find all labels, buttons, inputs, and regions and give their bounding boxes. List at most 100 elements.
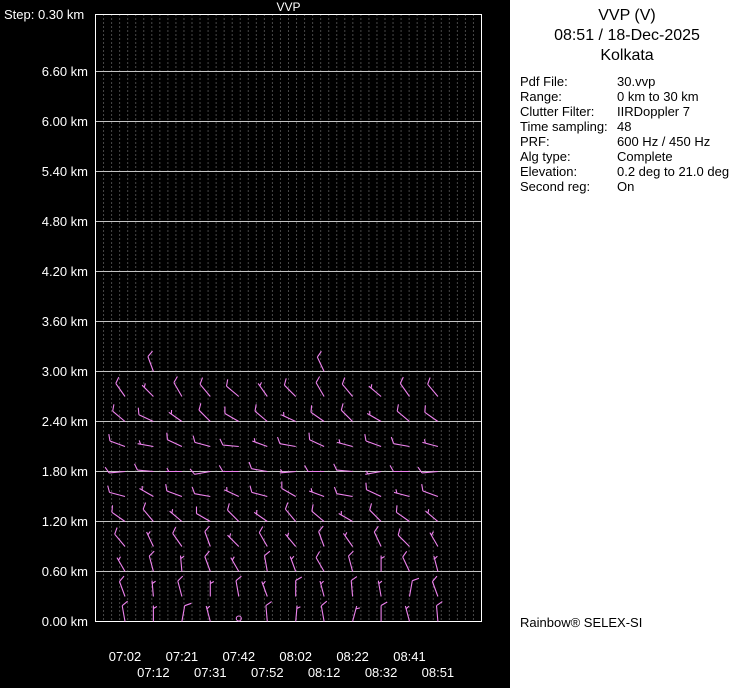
- svg-text:07:02: 07:02: [109, 649, 142, 664]
- param-label: Alg type:: [520, 149, 571, 164]
- wind-barb: [424, 405, 439, 422]
- wind-barb: [308, 432, 325, 447]
- wind-barb: [380, 555, 385, 572]
- wind-barb: [104, 466, 126, 474]
- wind-barb: [389, 465, 410, 473]
- wind-barb: [347, 550, 354, 572]
- info-panel: VVP (V) 08:51 / 18-Dec-2025 Kolkata Pdf …: [510, 0, 744, 688]
- wind-barb: [397, 528, 410, 547]
- wind-barb: [230, 556, 240, 572]
- wind-barb: [179, 555, 185, 572]
- info-header: VVP (V) 08:51 / 18-Dec-2025 Kolkata: [510, 0, 744, 66]
- wind-barb: [115, 376, 126, 397]
- param-row-time-sampling: Time sampling: 48: [520, 119, 744, 134]
- wind-barb: [295, 605, 301, 622]
- wind-barb: [257, 382, 268, 397]
- wind-barb: [265, 601, 272, 622]
- wind-barb: [364, 434, 382, 448]
- svg-text:0.00 km: 0.00 km: [42, 614, 88, 629]
- svg-text:2.40 km: 2.40 km: [42, 414, 88, 429]
- wind-barb: [108, 434, 126, 448]
- wind-barb: [320, 600, 328, 622]
- wind-barb: [252, 438, 268, 448]
- svg-text:0.60 km: 0.60 km: [42, 564, 88, 579]
- svg-text:4.80 km: 4.80 km: [42, 214, 88, 229]
- wind-barb: [281, 481, 296, 497]
- wind-barb: [395, 505, 410, 522]
- param-value: IIRDoppler 7: [617, 104, 690, 119]
- param-label: Time sampling:: [520, 119, 608, 134]
- chart-panel: 0.00 km 0.60 km 1.20 km 1.80 km 2.40 km 3.00 …: [0, 0, 510, 688]
- height-axis-labels: 0.00 km 0.60 km 1.20 km 1.80 km 2.40 km 3.00 …: [42, 64, 88, 629]
- wind-barb: [173, 376, 183, 397]
- svg-text:07:31: 07:31: [194, 665, 227, 680]
- svg-text:07:42: 07:42: [223, 649, 256, 664]
- param-label: Pdf File:: [520, 74, 568, 89]
- param-row-clutter-filter: Clutter Filter: IIRDoppler 7: [520, 104, 744, 119]
- wind-barb: [369, 503, 382, 522]
- wind-barb: [350, 576, 358, 597]
- param-row-second-reg: Second reg: On: [520, 179, 744, 194]
- svg-text:08:22: 08:22: [336, 649, 369, 664]
- wind-barb: [254, 404, 268, 422]
- svg-text:3.60 km: 3.60 km: [42, 314, 88, 329]
- wind-barb: [121, 600, 128, 622]
- svg-text:07:21: 07:21: [166, 649, 199, 664]
- wind-barb: [421, 484, 439, 498]
- svg-text:08:41: 08:41: [393, 649, 426, 664]
- wind-barb: [396, 404, 410, 422]
- wind-barb: [319, 580, 325, 597]
- vvp-window: 0.00 km 0.60 km 1.20 km 1.80 km 2.40 km 3.00 …: [0, 0, 744, 688]
- svg-text:08:02: 08:02: [279, 649, 312, 664]
- param-label: Range:: [520, 89, 562, 104]
- param-value: 30.vvp: [617, 74, 656, 89]
- wind-barb: [341, 377, 354, 397]
- wind-barb: [373, 525, 382, 547]
- wind-barb: [225, 379, 240, 397]
- wind-barb: [168, 409, 183, 422]
- plot-border: [95, 14, 482, 622]
- wind-barb: [165, 467, 182, 473]
- wind-barb: [224, 486, 240, 497]
- wind-barb: [399, 376, 410, 397]
- product-parameters: Pdf File: 30.vvp Range: 0 km to 30 km Clutte…: [520, 74, 744, 194]
- param-label: Second reg:: [520, 179, 591, 194]
- wind-barb: [315, 551, 325, 572]
- wind-barb: [263, 550, 271, 572]
- wind-barb: [152, 605, 158, 622]
- wind-barb: [226, 503, 240, 522]
- svg-text:6.00 km: 6.00 km: [42, 114, 88, 129]
- svg-text:6.60 km: 6.60 km: [42, 64, 88, 79]
- wind-barb: [181, 602, 192, 622]
- param-row-alg-type: Alg type: Complete: [520, 149, 744, 164]
- wind-barb: [137, 440, 154, 448]
- vvp-wind-profile-chart: 0.00 km 0.60 km 1.20 km 1.80 km 2.40 km 3.00 …: [4, 0, 482, 680]
- wind-barb: [352, 605, 361, 622]
- wind-barb: [390, 436, 410, 448]
- brand-footer: Rainbow® SELEX-SI: [520, 615, 643, 630]
- wind-barb: [422, 439, 439, 448]
- wind-barb: [425, 509, 439, 522]
- wind-barb: [112, 404, 126, 422]
- wind-barb: [377, 580, 383, 597]
- wind-barbs: [104, 350, 443, 622]
- param-label: Elevation:: [520, 164, 578, 179]
- wind-barb: [146, 531, 154, 547]
- wind-barb: [311, 504, 325, 522]
- wind-barb: [166, 432, 183, 447]
- svg-text:3.00 km: 3.00 km: [42, 364, 88, 379]
- wind-barb: [114, 527, 126, 547]
- svg-text:08:32: 08:32: [365, 665, 398, 680]
- wind-barb: [318, 525, 325, 547]
- param-value: On: [617, 179, 635, 194]
- param-value: 600 Hz / 450 Hz: [617, 134, 711, 149]
- product-datetime: 08:51 / 18-Dec-2025: [554, 27, 700, 44]
- wind-barb: [289, 555, 297, 572]
- svg-text:5.40 km: 5.40 km: [42, 164, 88, 179]
- wind-barb: [340, 403, 353, 422]
- wind-barb: [134, 463, 154, 473]
- wind-barb: [204, 525, 211, 547]
- wind-barb: [199, 377, 211, 397]
- param-value: Complete: [617, 149, 673, 164]
- wind-barb: [137, 407, 154, 422]
